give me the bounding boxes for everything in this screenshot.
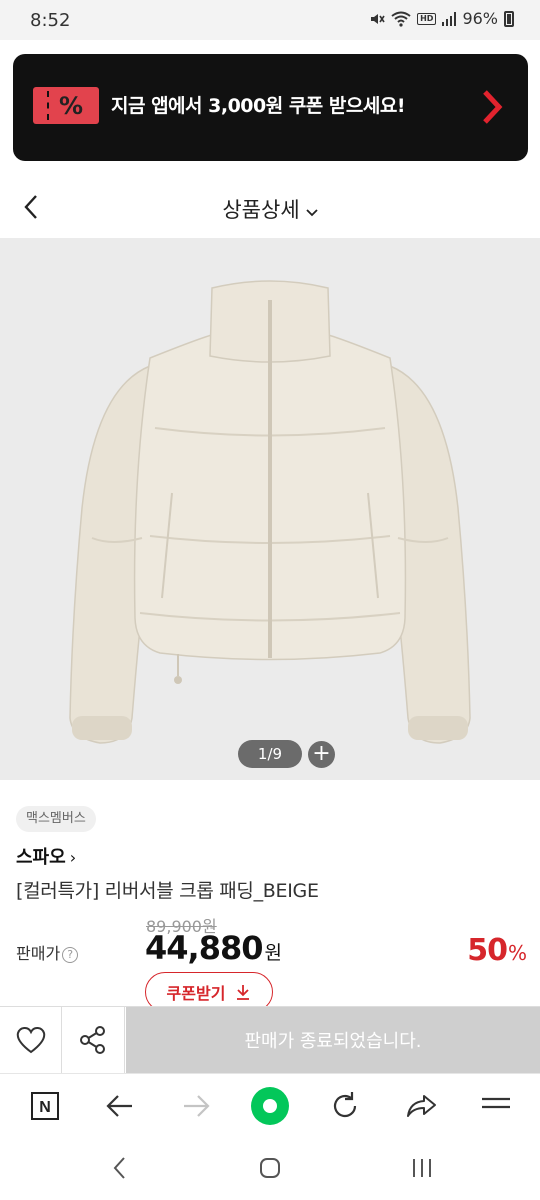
discount-value: 50 <box>467 933 508 968</box>
help-icon[interactable]: ? <box>62 947 79 963</box>
mute-icon <box>371 13 385 24</box>
naver-home-icon: N <box>31 1092 59 1120</box>
naver-n-label: N <box>39 1099 51 1116</box>
refresh-button[interactable] <box>327 1088 363 1124</box>
battery-icon <box>504 10 514 27</box>
discount-rate: 50% <box>467 933 527 968</box>
share-button[interactable] <box>62 1007 125 1073</box>
nav-recents-icon <box>413 1159 431 1177</box>
image-counter: 1/9 <box>238 740 302 768</box>
discount-unit: % <box>507 941 527 965</box>
nav-back-icon <box>113 1157 125 1179</box>
header-title-dropdown[interactable]: 상품상세 <box>0 194 540 224</box>
jacket-image <box>69 280 471 744</box>
chevron-down-icon <box>306 208 318 216</box>
nav-home-button[interactable] <box>255 1155 285 1181</box>
status-icons: HD 96% <box>369 9 514 28</box>
naver-home-button[interactable]: N <box>27 1088 63 1124</box>
browser-back-button[interactable] <box>102 1088 138 1124</box>
brand-badge: 맥스멤버스 <box>16 806 96 832</box>
green-dot-icon <box>251 1087 289 1125</box>
forward-arrow-icon <box>184 1095 210 1117</box>
store-link[interactable]: 스파오 › <box>16 843 76 869</box>
hd-voice-icon: HD <box>417 12 437 25</box>
chevron-right-icon: › <box>69 848 77 867</box>
heart-icon <box>16 1027 45 1054</box>
status-bar: 8:52 HD 96% <box>0 0 540 40</box>
page-header: 상품상세 <box>0 176 540 238</box>
purchase-bar: 판매가 종료되었습니다. <box>0 1006 540 1073</box>
menu-icon <box>482 1097 510 1109</box>
price-label-text: 판매가 <box>16 944 61 963</box>
image-expand-button[interactable]: + <box>308 741 335 768</box>
status-time: 8:52 <box>30 10 71 31</box>
soldout-button: 판매가 종료되었습니다. <box>126 1007 540 1073</box>
signal-icon <box>442 11 457 26</box>
browser-menu-button[interactable] <box>478 1088 514 1124</box>
nav-home-icon <box>260 1158 280 1178</box>
battery-percent: 96% <box>462 9 498 28</box>
promo-text: 지금 앱에서 3,000원 쿠폰 받으세요! <box>111 95 405 117</box>
wifi-icon <box>391 11 411 27</box>
page-title: 상품상세 <box>222 198 300 222</box>
product-name: [컬러특가] 리버서블 크롭 패딩_BEIGE <box>16 880 319 902</box>
nav-recents-button[interactable] <box>407 1155 437 1181</box>
share-arrow-icon <box>407 1095 436 1117</box>
price-label: 판매가? <box>16 940 79 964</box>
sale-price: 44,880 원 <box>145 929 282 967</box>
chevron-right-icon <box>483 90 503 124</box>
wishlist-button[interactable] <box>0 1007 62 1073</box>
green-dot-button[interactable] <box>250 1086 290 1126</box>
refresh-icon <box>333 1092 357 1118</box>
coupon-button-label: 쿠폰받기 <box>166 984 226 1003</box>
store-name: 스파오 <box>16 847 66 868</box>
android-nav-bar <box>0 1137 540 1200</box>
browser-toolbar: N <box>0 1073 540 1137</box>
app-coupon-banner[interactable]: % 지금 앱에서 3,000원 쿠폰 받으세요! <box>13 54 528 161</box>
nav-back-button[interactable] <box>105 1155 135 1181</box>
back-arrow-icon <box>106 1095 132 1117</box>
coupon-percent-symbol: % <box>59 92 84 120</box>
share-icon <box>80 1026 105 1054</box>
sale-price-value: 44,880 <box>145 929 263 967</box>
currency-unit: 원 <box>264 942 282 964</box>
download-icon <box>237 985 250 1000</box>
coupon-ticket-icon: % <box>33 87 99 124</box>
product-image[interactable] <box>0 238 540 780</box>
browser-forward-button[interactable] <box>178 1088 214 1124</box>
browser-share-button[interactable] <box>403 1088 439 1124</box>
